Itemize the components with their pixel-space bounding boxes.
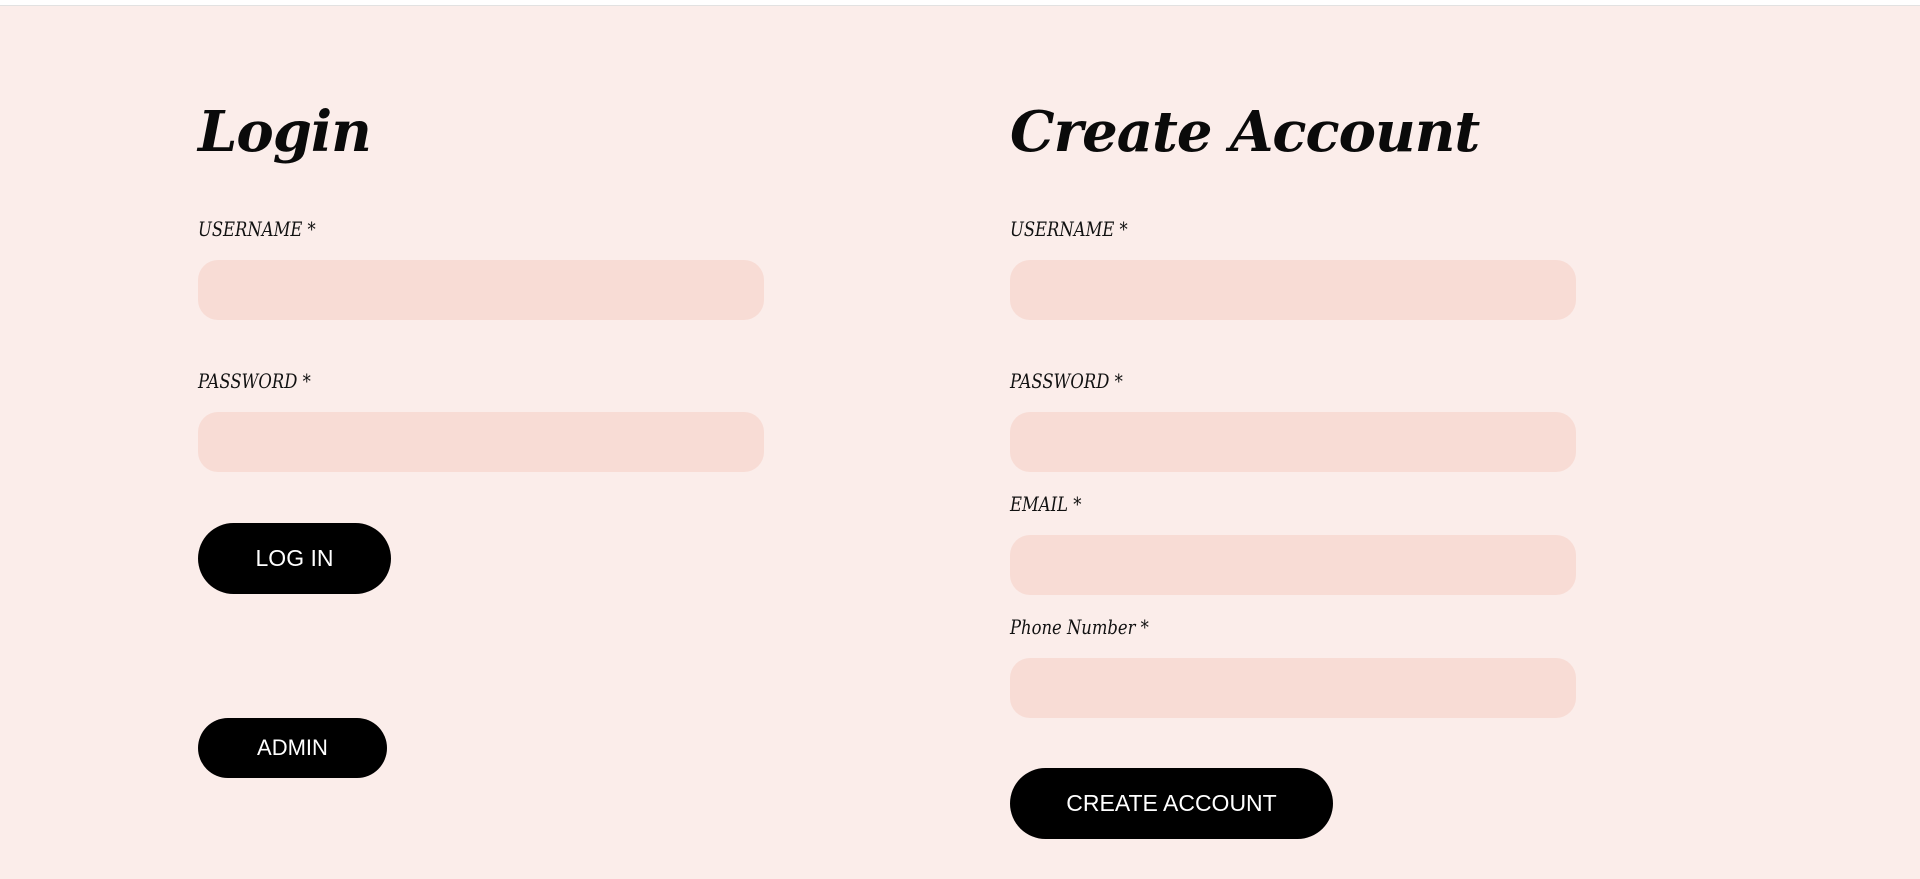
login-password-label: PASSWORD * bbox=[198, 369, 311, 393]
admin-button[interactable]: ADMIN bbox=[198, 718, 387, 778]
create-password-label: PASSWORD * bbox=[1010, 369, 1123, 393]
create-password-input[interactable] bbox=[1010, 412, 1576, 472]
page-background: Login USERNAME * PASSWORD * LOG IN ADMIN… bbox=[0, 5, 1920, 879]
create-phone-label: Phone Number * bbox=[1010, 615, 1149, 639]
login-username-label: USERNAME * bbox=[198, 217, 316, 241]
login-username-input[interactable] bbox=[198, 260, 764, 320]
create-username-label: USERNAME * bbox=[1010, 217, 1128, 241]
login-password-input[interactable] bbox=[198, 412, 764, 472]
create-username-input[interactable] bbox=[1010, 260, 1576, 320]
login-button[interactable]: LOG IN bbox=[198, 523, 391, 594]
create-email-input[interactable] bbox=[1010, 535, 1576, 595]
create-phone-input[interactable] bbox=[1010, 658, 1576, 718]
create-account-title: Create Account bbox=[1010, 99, 1480, 165]
login-title: Login bbox=[198, 99, 372, 165]
create-email-label: EMAIL * bbox=[1010, 492, 1082, 516]
create-account-button[interactable]: CREATE ACCOUNT bbox=[1010, 768, 1333, 839]
